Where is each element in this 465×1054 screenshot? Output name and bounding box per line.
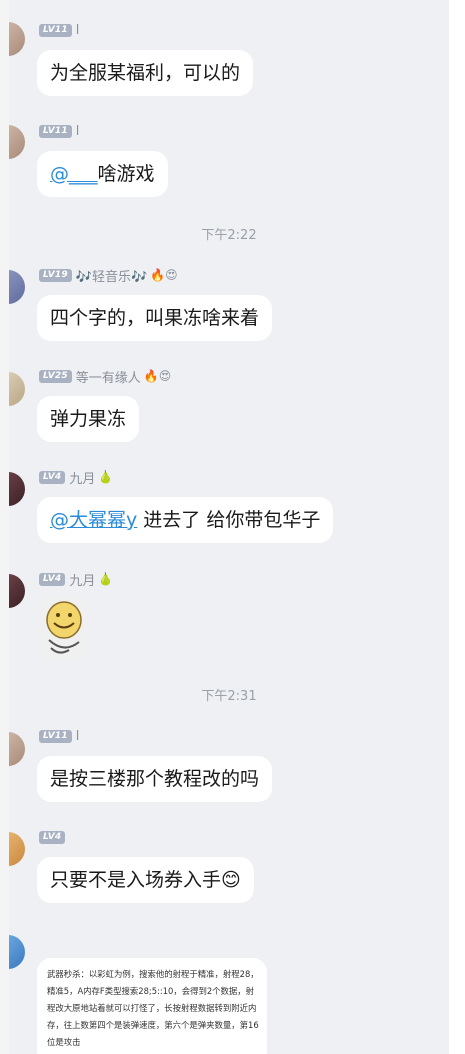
right-gutter bbox=[449, 0, 465, 1054]
sender-meta: LV19 🎶轻音乐🎶 🔥😍 bbox=[39, 266, 178, 285]
message-bubble[interactable]: 只要不是入场券入手😊 bbox=[37, 857, 254, 903]
level-badge: LV19 bbox=[39, 268, 72, 282]
smiling-sticker[interactable] bbox=[39, 596, 89, 660]
avatar[interactable] bbox=[9, 22, 25, 56]
message-bubble[interactable]: 为全服某福利，可以的 bbox=[37, 50, 254, 96]
level-badge: LV4 bbox=[39, 470, 66, 484]
message-text: 啥游戏 bbox=[97, 163, 155, 185]
left-edge bbox=[0, 0, 9, 1054]
honor-badges: 🔥😍 bbox=[150, 268, 178, 282]
message-text: 弹力果冻 bbox=[50, 408, 127, 430]
sender-meta: LV4 九月 🍐 bbox=[39, 468, 114, 487]
avatar[interactable] bbox=[9, 270, 25, 304]
sender-name[interactable]: 九月 bbox=[69, 468, 95, 487]
mention-link[interactable]: @___ bbox=[50, 163, 98, 185]
sender-meta: LV11 l bbox=[39, 22, 79, 38]
avatar[interactable] bbox=[9, 732, 25, 766]
message-text: 四个字的，叫果冻啥来着 bbox=[50, 307, 260, 329]
message-bubble[interactable]: @大幂幂y 进去了 给你带包华子 bbox=[37, 497, 334, 543]
message-bubble[interactable]: @___啥游戏 bbox=[37, 151, 168, 197]
sender-name[interactable]: l bbox=[76, 729, 80, 744]
honor-badges: 🔥😍 bbox=[143, 369, 172, 383]
level-badge: LV4 bbox=[39, 572, 66, 586]
sender-meta: LV4 bbox=[39, 829, 69, 845]
avatar[interactable] bbox=[9, 935, 25, 969]
message-bubble[interactable]: 弹力果冻 bbox=[37, 396, 140, 442]
sender-meta: LV25 等一有缘人 🔥😍 bbox=[39, 367, 172, 386]
sender-name[interactable]: l bbox=[76, 23, 80, 38]
message-bubble[interactable]: 是按三楼那个教程改的吗 bbox=[37, 756, 273, 802]
timestamp: 下午2:31 bbox=[201, 689, 257, 704]
avatar[interactable] bbox=[9, 472, 25, 506]
level-badge: LV11 bbox=[39, 23, 72, 37]
timestamp: 下午2:22 bbox=[201, 228, 257, 243]
message-text: 只要不是入场券入手😊 bbox=[50, 869, 241, 891]
avatar[interactable] bbox=[9, 574, 25, 608]
level-badge: LV11 bbox=[39, 124, 72, 138]
level-badge: LV4 bbox=[39, 830, 66, 844]
sender-name[interactable]: 🎶轻音乐🎶 bbox=[76, 266, 147, 285]
mention-link[interactable]: @大幂幂y bbox=[50, 509, 137, 531]
sender-name[interactable]: 等一有缘人 bbox=[76, 367, 141, 386]
sender-meta: LV11 l bbox=[39, 123, 79, 139]
level-badge: LV11 bbox=[39, 729, 72, 743]
honor-badges: 🍐 bbox=[98, 572, 114, 586]
sender-meta: LV4 九月 🍐 bbox=[39, 570, 114, 589]
avatar[interactable] bbox=[9, 125, 25, 159]
avatar[interactable] bbox=[9, 832, 25, 866]
message-text: 是按三楼那个教程改的吗 bbox=[50, 768, 260, 790]
doc-text: 武器秒杀：以彩虹为例，搜索他的射程于精准，射程28，精准5，A内存F类型搜索28… bbox=[47, 969, 259, 1047]
message-bubble[interactable]: 四个字的，叫果冻啥来着 bbox=[37, 295, 273, 341]
avatar[interactable] bbox=[9, 372, 25, 406]
sender-meta: LV11 l bbox=[39, 728, 79, 744]
message-text: 进去了 给你带包华子 bbox=[137, 509, 321, 531]
honor-badges: 🍐 bbox=[98, 470, 114, 484]
chat-area[interactable]: LV11 l 为全服某福利，可以的 LV11 l @___啥游戏 下午2:22 … bbox=[9, 0, 449, 1054]
message-text: 为全服某福利，可以的 bbox=[50, 62, 241, 84]
level-badge: LV25 bbox=[39, 369, 72, 383]
sender-name[interactable]: l bbox=[76, 124, 80, 139]
text-image-message[interactable]: 武器秒杀：以彩虹为例，搜索他的射程于精准，射程28，精准5，A内存F类型搜索28… bbox=[37, 958, 267, 1054]
sender-name[interactable]: 九月 bbox=[69, 570, 95, 589]
